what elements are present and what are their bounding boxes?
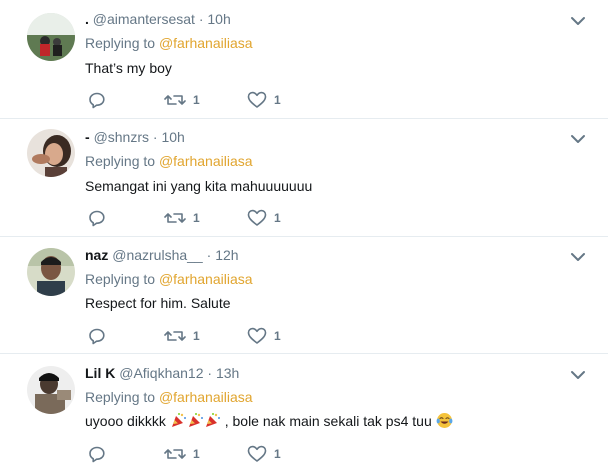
reply-button[interactable] (88, 443, 106, 465)
avatar[interactable] (27, 248, 75, 296)
tweet-text-start: uyooo dikkkk (85, 413, 166, 429)
display-name[interactable]: . (85, 11, 89, 27)
replying-to: Replying to @farhanailiasa (85, 151, 253, 171)
reply-item[interactable]: naz @nazrulsha__ · 12h Replying to @farh… (0, 237, 608, 354)
timestamp[interactable]: 13h (216, 365, 239, 381)
mention-link[interactable]: @farhanailiasa (159, 153, 253, 169)
reply-item[interactable]: - @shnzrs · 10h Replying to @farhanailia… (0, 119, 608, 237)
retweet-count: 1 (193, 329, 200, 343)
like-button[interactable]: 1 (247, 443, 281, 465)
tweet-text: Semangat ini yang kita mahuuuuuuu (85, 178, 313, 194)
timestamp[interactable]: 10h (161, 129, 184, 145)
like-count: 1 (274, 329, 281, 343)
reply-button[interactable] (88, 207, 106, 229)
heart-icon (247, 445, 267, 462)
display-name[interactable]: naz (85, 247, 108, 263)
reply-icon (89, 328, 105, 345)
like-button[interactable]: 1 (247, 89, 281, 111)
like-count: 1 (274, 447, 281, 461)
laughing-tears-emoji-icon (436, 413, 453, 428)
reply-item[interactable]: Lil K @Afiqkhan12 · 13h Replying to @far… (0, 354, 608, 469)
timestamp[interactable]: 10h (207, 11, 230, 27)
like-count: 1 (274, 211, 281, 225)
chevron-down-icon[interactable] (570, 16, 586, 26)
tweet-text: That’s my boy (85, 60, 172, 76)
tweet-header: - @shnzrs · 10h (85, 127, 185, 147)
tweet-text-end: , bole nak main sekali tak ps4 tuu (224, 413, 432, 429)
retweet-button[interactable]: 1 (164, 443, 200, 465)
reply-icon (89, 92, 105, 109)
retweet-count: 1 (193, 447, 200, 461)
tweet-text: uyooo dikkkk , bole nak main sekali tak … (85, 411, 453, 431)
heart-icon (247, 91, 267, 108)
display-name[interactable]: - (85, 129, 90, 145)
like-button[interactable]: 1 (247, 207, 281, 229)
replying-to: Replying to @farhanailiasa (85, 33, 253, 53)
separator-dot: · (152, 129, 158, 145)
reply-icon (89, 446, 105, 463)
user-handle[interactable]: @nazrulsha__ (112, 247, 203, 263)
retweet-icon (164, 449, 186, 459)
mention-link[interactable]: @farhanailiasa (159, 271, 253, 287)
user-handle[interactable]: @aimantersesat (93, 11, 195, 27)
replying-prefix: Replying to (85, 389, 156, 405)
tweet-header: . @aimantersesat · 10h (85, 9, 231, 29)
party-popper-icon (188, 413, 203, 427)
separator-dot: · (206, 247, 212, 263)
reply-button[interactable] (88, 89, 106, 111)
reply-item[interactable]: . @aimantersesat · 10h Replying to @farh… (0, 0, 608, 119)
replying-prefix: Replying to (85, 153, 156, 169)
heart-icon (247, 209, 267, 226)
chevron-down-icon[interactable] (570, 370, 586, 380)
tweet-header: Lil K @Afiqkhan12 · 13h (85, 363, 239, 383)
user-handle[interactable]: @shnzrs (94, 129, 149, 145)
retweet-button[interactable]: 1 (164, 207, 200, 229)
separator-dot: · (198, 11, 204, 27)
replying-prefix: Replying to (85, 271, 156, 287)
action-bar: 1 1 (85, 325, 385, 347)
reply-button[interactable] (88, 325, 106, 347)
mention-link[interactable]: @farhanailiasa (159, 35, 253, 51)
retweet-icon (164, 213, 186, 223)
replying-prefix: Replying to (85, 35, 156, 51)
retweet-icon (164, 95, 186, 105)
avatar[interactable] (27, 129, 75, 177)
retweet-icon (164, 331, 186, 341)
reply-icon (89, 210, 105, 227)
action-bar: 1 1 (85, 443, 385, 465)
timestamp[interactable]: 12h (215, 247, 238, 263)
action-bar: 1 1 (85, 207, 385, 229)
separator-dot: · (207, 365, 213, 381)
tweet-text: Respect for him. Salute (85, 295, 231, 311)
retweet-button[interactable]: 1 (164, 325, 200, 347)
replying-to: Replying to @farhanailiasa (85, 269, 253, 289)
heart-icon (247, 327, 267, 344)
party-popper-icon (171, 413, 186, 427)
retweet-button[interactable]: 1 (164, 89, 200, 111)
avatar[interactable] (27, 13, 75, 61)
replying-to: Replying to @farhanailiasa (85, 387, 253, 407)
like-button[interactable]: 1 (247, 325, 281, 347)
action-bar: 1 1 (85, 89, 385, 111)
chevron-down-icon[interactable] (570, 134, 586, 144)
tweet-header: naz @nazrulsha__ · 12h (85, 245, 239, 265)
display-name[interactable]: Lil K (85, 365, 115, 381)
party-popper-icon (205, 413, 220, 427)
chevron-down-icon[interactable] (570, 252, 586, 262)
retweet-count: 1 (193, 93, 200, 107)
mention-link[interactable]: @farhanailiasa (159, 389, 253, 405)
like-count: 1 (274, 93, 281, 107)
retweet-count: 1 (193, 211, 200, 225)
avatar[interactable] (27, 366, 75, 414)
user-handle[interactable]: @Afiqkhan12 (119, 365, 203, 381)
